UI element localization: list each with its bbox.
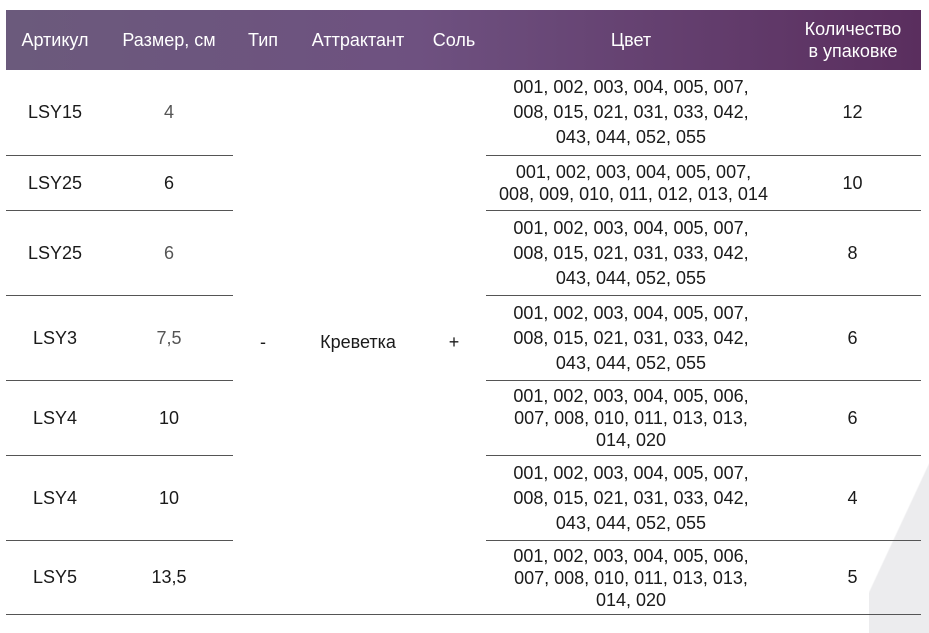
color-line: 007, 008, 010, 011, 013, 013,	[514, 567, 748, 588]
cell-size: 7,5	[156, 327, 182, 348]
cell-color: 001, 002, 003, 004, 005, 006, 007, 008, …	[486, 381, 776, 455]
cell-salt-merged: +	[448, 331, 460, 352]
header-size: Размер, см	[122, 30, 216, 50]
color-line: 008, 015, 021, 031, 033, 042,	[513, 327, 749, 348]
cell-color: 001, 002, 003, 004, 005, 007, 008, 009, …	[486, 156, 781, 210]
header-color: Цвет	[610, 30, 652, 50]
color-line: 001, 002, 003, 004, 005, 007,	[513, 462, 749, 483]
color-line: 014, 020	[595, 430, 667, 450]
cell-size: 4	[163, 102, 174, 122]
color-line: 014, 020	[595, 589, 667, 610]
header-attractant: Аттрактант	[311, 30, 405, 50]
header-quantity-line1: Количество	[804, 19, 902, 39]
cell-color: 001, 002, 003, 004, 005, 007, 008, 015, …	[486, 296, 776, 380]
color-line: 001, 002, 003, 004, 005, 006,	[513, 545, 749, 566]
cell-type-merged: -	[260, 331, 266, 352]
cell-article: LSY4	[32, 487, 78, 508]
color-line: 043, 044, 052, 055	[555, 267, 707, 288]
table-bottom-border	[6, 614, 921, 615]
header-type: Тип	[247, 30, 278, 50]
cell-quantity: 8	[847, 242, 858, 263]
color-line: 043, 044, 052, 055	[555, 512, 707, 533]
color-line: 007, 008, 010, 011, 013, 013,	[514, 408, 748, 428]
cell-attractant-merged: Креветка	[320, 331, 396, 352]
cell-quantity: 5	[847, 567, 858, 587]
cell-size: 10	[158, 407, 180, 428]
color-line: 043, 044, 052, 055	[555, 352, 707, 373]
cell-color: 001, 002, 003, 004, 005, 007, 008, 015, …	[486, 456, 776, 540]
cell-color: 001, 002, 003, 004, 005, 007, 008, 015, …	[486, 211, 776, 295]
cell-article: LSY25	[27, 242, 83, 263]
header-quantity-line2: в упаковке	[808, 41, 898, 61]
color-line: 008, 015, 021, 031, 033, 042,	[513, 102, 749, 122]
cell-color: 001, 002, 003, 004, 005, 006, 007, 008, …	[486, 541, 776, 614]
color-line: 001, 002, 003, 004, 005, 006,	[513, 386, 749, 406]
header-article: Артикул	[21, 30, 89, 50]
color-line: 001, 002, 003, 004, 005, 007,	[513, 217, 749, 238]
cell-article: LSY5	[32, 567, 78, 587]
cell-quantity: 6	[847, 407, 858, 428]
header-quantity: Количество в упаковке	[785, 10, 921, 70]
cell-size: 6	[163, 172, 174, 193]
color-line: 001, 002, 003, 004, 005, 007,	[513, 302, 749, 323]
cell-size: 13,5	[151, 567, 187, 587]
color-line: 008, 009, 010, 011, 012, 013, 014	[499, 184, 768, 204]
cell-article: LSY4	[32, 407, 78, 428]
cell-color: 001, 002, 003, 004, 005, 007, 008, 015, …	[486, 70, 776, 155]
table-header: Артикул Размер, см Тип Аттрактант Соль Ц…	[6, 10, 921, 70]
cell-article: LSY15	[27, 102, 83, 122]
cell-size: 6	[163, 242, 174, 263]
color-line: 008, 015, 021, 031, 033, 042,	[513, 487, 749, 508]
color-line: 008, 015, 021, 031, 033, 042,	[513, 242, 749, 263]
cell-quantity: 4	[847, 487, 858, 508]
cell-quantity: 10	[842, 172, 863, 193]
color-line: 043, 044, 052, 055	[555, 127, 707, 147]
cell-article: LSY3	[32, 327, 78, 348]
color-line: 001, 002, 003, 004, 005, 007,	[513, 77, 749, 97]
cell-size: 10	[158, 487, 180, 508]
cell-quantity: 6	[847, 327, 858, 348]
cell-article: LSY25	[27, 172, 83, 193]
header-salt: Соль	[432, 30, 476, 50]
cell-quantity: 12	[842, 102, 863, 122]
color-line: 001, 002, 003, 004, 005, 007,	[515, 162, 752, 182]
